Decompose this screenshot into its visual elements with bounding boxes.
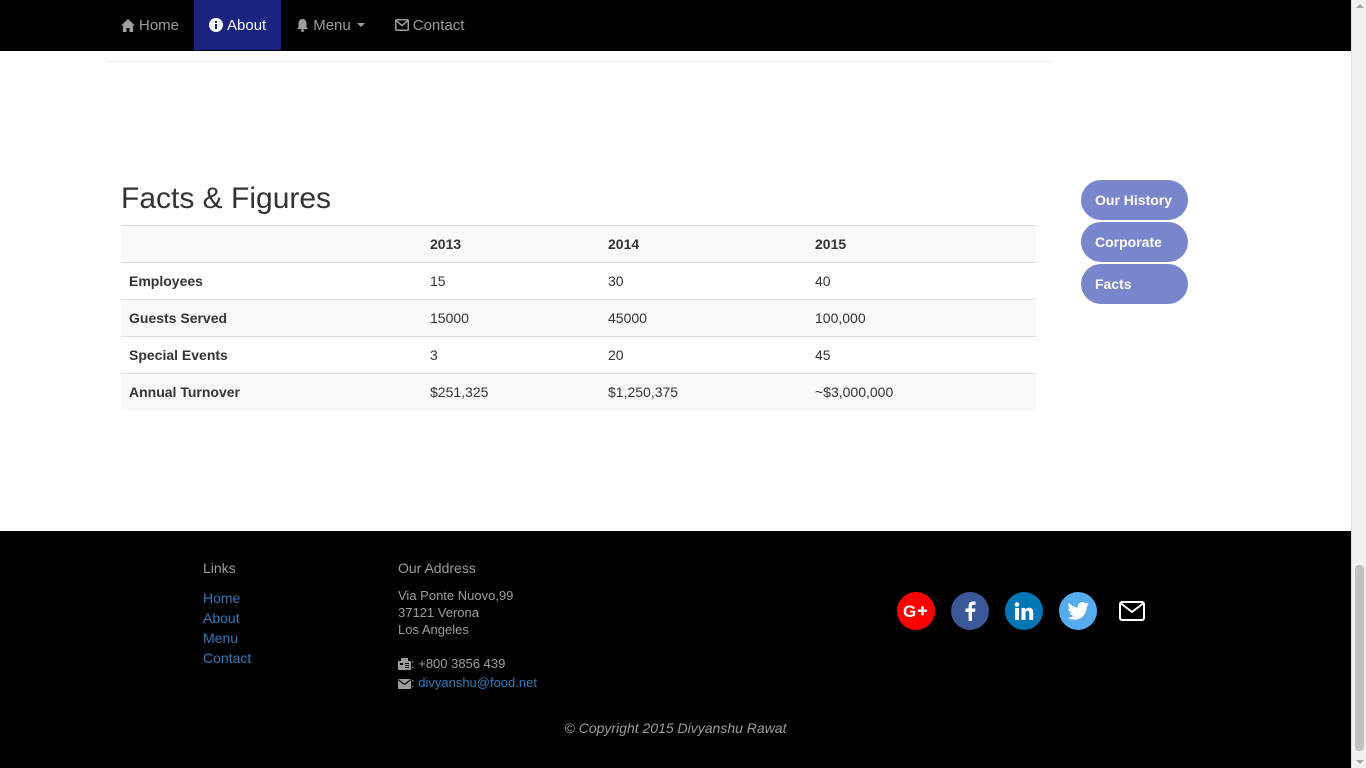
scroll-up-icon[interactable]: [1356, 4, 1364, 8]
table-header-cell: 2013: [422, 225, 600, 263]
facebook-icon[interactable]: [951, 592, 989, 630]
scrollbar-thumb[interactable]: [1355, 565, 1364, 751]
table-cell: 45000: [600, 299, 807, 337]
row-label: Guests Served: [121, 299, 422, 337]
pill-our-history[interactable]: Our History: [1081, 180, 1188, 220]
envelope-icon: [398, 676, 411, 693]
table-cell: 40: [807, 262, 1036, 300]
address-line: 37121 Verona: [398, 605, 479, 620]
google-plus-icon[interactable]: G: [897, 592, 935, 630]
nav-item-label: Home: [139, 16, 180, 34]
scrollbar[interactable]: [1351, 0, 1366, 768]
row-label: Employees: [121, 262, 422, 300]
nav-item-about[interactable]: About: [194, 0, 282, 50]
footer-link-contact[interactable]: Contact: [203, 648, 251, 668]
footer-link-menu[interactable]: Menu: [203, 628, 251, 648]
table-header-cell: 2015: [807, 225, 1036, 263]
pill-corporate[interactable]: Corporate: [1081, 222, 1188, 262]
home-icon: [121, 18, 135, 32]
table-row: Guests Served 15000 45000 100,000: [121, 299, 1036, 337]
address-line: Via Ponte Nuovo,99: [398, 588, 514, 603]
pill-facts[interactable]: Facts: [1081, 264, 1188, 304]
nav-menu: Home About Menu Contact: [106, 0, 479, 51]
table-cell: 30: [600, 262, 807, 300]
table-cell: $1,250,375: [600, 373, 807, 411]
footer-links-list: Home About Menu Contact: [203, 588, 251, 668]
footer-link-about[interactable]: About: [203, 608, 251, 628]
table-header-cell: 2014: [600, 225, 807, 263]
linkedin-icon[interactable]: [1005, 592, 1043, 630]
footer-link-home[interactable]: Home: [203, 588, 251, 608]
email-line: : divyanshu@food.net: [398, 674, 537, 693]
page-title: Facts & Figures: [121, 182, 332, 215]
table-header-cell: [121, 225, 422, 263]
email-link[interactable]: divyanshu@food.net: [418, 675, 537, 690]
table-cell: ~$3,000,000: [807, 373, 1036, 411]
info-circle-icon: [209, 18, 224, 32]
caret-down-icon: [356, 23, 365, 27]
nav-item-menu[interactable]: Menu: [281, 0, 380, 50]
row-label: Special Events: [121, 336, 422, 374]
phone-line: : +800 3856 439: [398, 655, 537, 674]
nav-item-label: Contact: [412, 16, 465, 34]
table-cell: 3: [422, 336, 600, 374]
footer-links-heading: Links: [203, 560, 236, 576]
footer: Links Home About Menu Contact Our Addres…: [0, 531, 1351, 768]
twitter-icon[interactable]: [1059, 592, 1097, 630]
navbar: Home About Menu Contact: [0, 0, 1351, 51]
side-nav: Our History Corporate Facts: [1081, 180, 1188, 306]
copyright: © Copyright 2015 Divyanshu Rawat: [564, 720, 787, 736]
nav-item-home[interactable]: Home: [106, 0, 194, 50]
phone-text: : +800 3856 439: [411, 656, 506, 671]
table-cell: 45: [807, 336, 1036, 374]
facts-table: 2013 2014 2015 Employees 15 30 40 Guests…: [121, 225, 1036, 411]
divider: [106, 61, 1051, 62]
table-cell: 15: [422, 262, 600, 300]
table-row: Annual Turnover $251,325 $1,250,375 ~$3,…: [121, 373, 1036, 411]
table-cell: 100,000: [807, 299, 1036, 337]
bell-icon: [296, 18, 309, 32]
svg-text:G: G: [903, 602, 916, 620]
nav-item-label: About: [227, 16, 267, 34]
table-header-row: 2013 2014 2015: [121, 225, 1036, 263]
envelope-icon[interactable]: [1113, 592, 1151, 630]
table-cell: $251,325: [422, 373, 600, 411]
footer-address: Our Address Via Ponte Nuovo,99 37121 Ver…: [398, 560, 537, 693]
social-links: G: [897, 592, 1167, 630]
scroll-down-icon[interactable]: [1356, 760, 1364, 764]
table-cell: 20: [600, 336, 807, 374]
address-line: Los Angeles: [398, 622, 469, 637]
row-label: Annual Turnover: [121, 373, 422, 411]
footer-links: Links Home About Menu Contact: [203, 560, 251, 668]
table-cell: 15000: [422, 299, 600, 337]
table-row: Special Events 3 20 45: [121, 336, 1036, 374]
footer-address-heading: Our Address: [398, 560, 476, 576]
table-row: Employees 15 30 40: [121, 262, 1036, 300]
fax-icon: [398, 657, 411, 674]
envelope-icon: [394, 19, 409, 31]
nav-item-label: Menu: [313, 16, 351, 34]
nav-item-contact[interactable]: Contact: [380, 0, 480, 50]
